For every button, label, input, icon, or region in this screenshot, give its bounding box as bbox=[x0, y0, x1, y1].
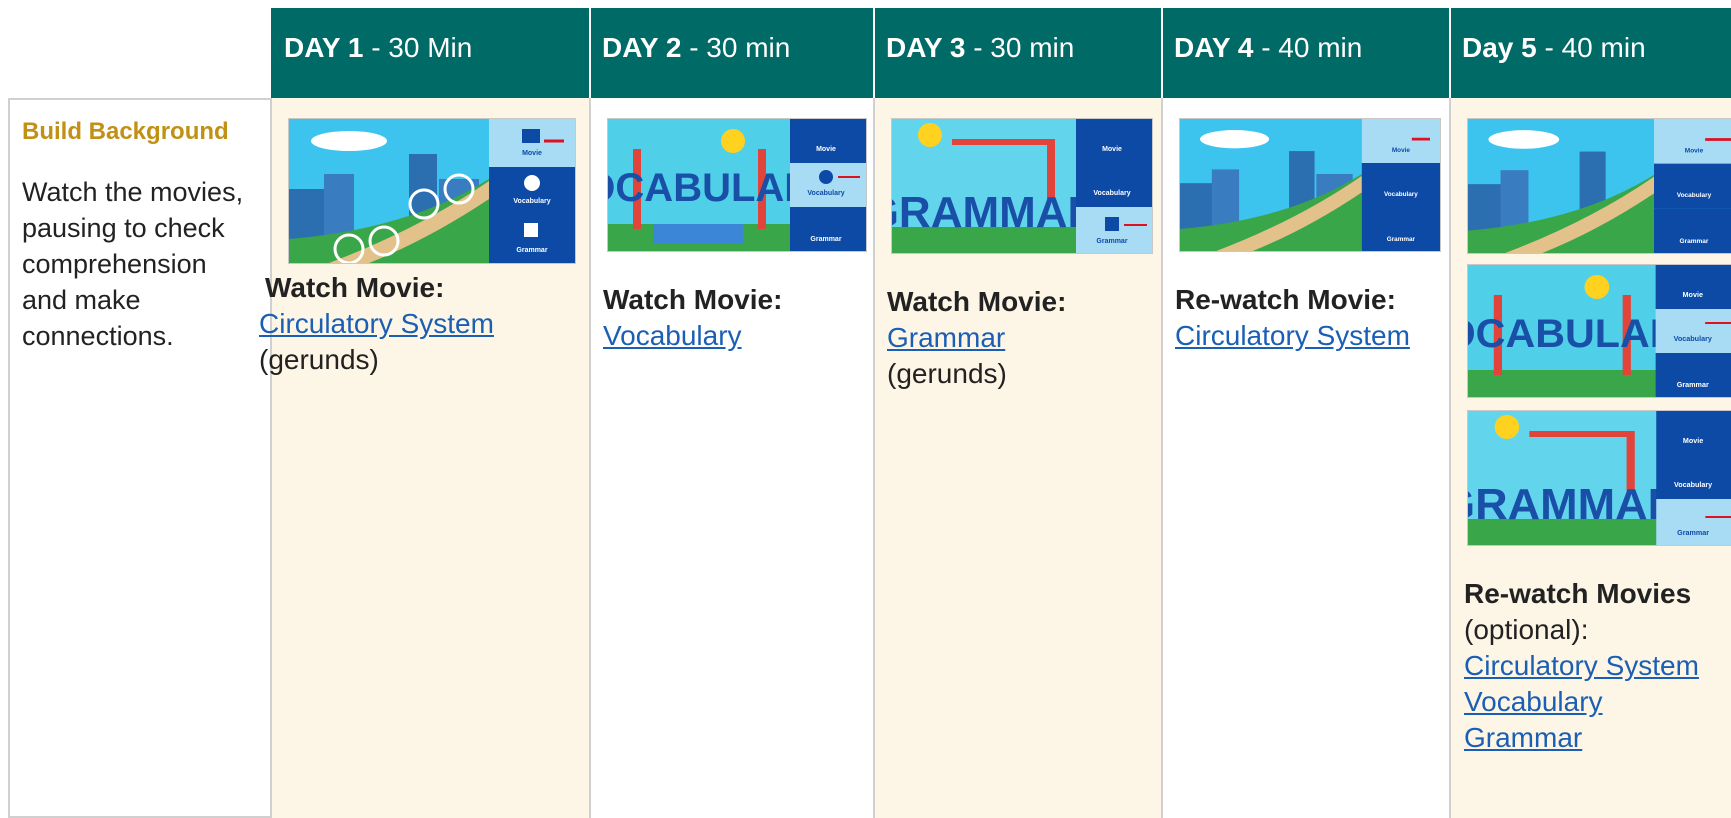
day3-duration: - 30 min bbox=[973, 32, 1075, 63]
vocabulary-movie-thumbnail[interactable]: VOCABULARY Movie Vocabulary Grammar bbox=[607, 118, 867, 252]
day4-duration: - 40 min bbox=[1261, 32, 1363, 63]
day5-title: Day 5 bbox=[1462, 32, 1537, 63]
day2-vocabulary-link[interactable]: Vocabulary bbox=[603, 318, 863, 354]
day2-duration: - 30 min bbox=[689, 32, 791, 63]
movie-tab-label: Movie bbox=[1683, 437, 1703, 445]
day2-description: Watch Movie: Vocabulary bbox=[603, 282, 863, 354]
vocabulary-tab-label: Vocabulary bbox=[1674, 481, 1712, 489]
day5-cell: Movie Vocabulary Grammar VOCABULARY Movi… bbox=[1449, 98, 1731, 818]
day1-note: (gerunds) bbox=[259, 344, 379, 375]
day2-title: DAY 2 bbox=[602, 32, 682, 63]
day4-title: DAY 4 bbox=[1174, 32, 1254, 63]
grammar-tab-label: Grammar bbox=[1677, 381, 1709, 389]
vocabulary-tab-label: Vocabulary bbox=[1093, 190, 1130, 197]
vocabulary-tab-label: Vocabulary bbox=[1674, 335, 1712, 343]
circulatory-movie-thumbnail[interactable]: Movie Vocabulary Grammar bbox=[288, 118, 576, 264]
row-title: Build Background bbox=[22, 118, 229, 145]
day3-title: DAY 3 bbox=[886, 32, 966, 63]
vocabulary-tab-label: Vocabulary bbox=[1384, 191, 1418, 198]
grammar-tab-label: Grammar bbox=[516, 247, 547, 254]
grammar-movie-thumbnail[interactable]: GRAMMAR Movie Vocabulary Grammar bbox=[891, 118, 1153, 254]
grammar-tab-label: Grammar bbox=[810, 236, 841, 243]
day4-heading: Re-watch Movie: bbox=[1175, 284, 1396, 315]
circulatory-movie-thumbnail[interactable]: Movie Vocabulary Grammar bbox=[1179, 118, 1441, 252]
grammar-word: GRAMMAR bbox=[1468, 480, 1680, 528]
day5-note: (optional): bbox=[1464, 614, 1589, 645]
day3-cell: GRAMMAR Movie Vocabulary Grammar Watch M… bbox=[873, 98, 1161, 818]
vocabulary-tab-label: Vocabulary bbox=[513, 198, 550, 205]
day4-cell: Movie Vocabulary Grammar Re-watch Movie:… bbox=[1161, 98, 1449, 818]
day2-heading: Watch Movie: bbox=[603, 284, 783, 315]
day1-duration: - 30 Min bbox=[371, 32, 473, 63]
day5-grammar-link[interactable]: Grammar bbox=[1464, 720, 1730, 756]
grammar-word: GRAMMAR bbox=[892, 188, 1099, 237]
day1-circulatory-link[interactable]: Circulatory System bbox=[259, 306, 559, 342]
movie-tab-label: Movie bbox=[1685, 147, 1704, 154]
day3-header: DAY 3 - 30 min bbox=[873, 8, 1161, 98]
vocabulary-movie-thumbnail[interactable]: VOCABULARY Movie Vocabulary Grammar bbox=[1467, 264, 1731, 398]
day4-description: Re-watch Movie: Circulatory System bbox=[1175, 282, 1445, 354]
day5-header: Day 5 - 40 min bbox=[1449, 8, 1731, 98]
vocabulary-tab-label: Vocabulary bbox=[807, 190, 844, 197]
movie-tab-label: Movie bbox=[1683, 291, 1703, 299]
day5-vocabulary-link[interactable]: Vocabulary bbox=[1464, 684, 1730, 720]
grammar-movie-thumbnail[interactable]: GRAMMAR Movie Vocabulary Grammar bbox=[1467, 410, 1731, 546]
grammar-tab-label: Grammar bbox=[1680, 238, 1709, 245]
day1-description: Watch Movie: Circulatory System (gerunds… bbox=[259, 270, 559, 378]
day2-cell: VOCABULARY Movie Vocabulary Grammar Watc… bbox=[589, 98, 873, 818]
movie-tab-label: Movie bbox=[1102, 146, 1122, 153]
circulatory-movie-thumbnail[interactable]: Movie Vocabulary Grammar bbox=[1467, 118, 1731, 254]
day5-heading: Re-watch Movies bbox=[1464, 578, 1692, 609]
day1-cell: Movie Vocabulary Grammar Watch Movie: Ci… bbox=[259, 98, 589, 818]
day3-grammar-link[interactable]: Grammar bbox=[887, 320, 1157, 356]
day1-header: DAY 1 - 30 Min bbox=[271, 8, 589, 98]
day5-description: Re-watch Movies (optional): Circulatory … bbox=[1464, 576, 1730, 756]
day3-description: Watch Movie: Grammar (gerunds) bbox=[887, 284, 1157, 392]
day5-duration: - 40 min bbox=[1544, 32, 1646, 63]
vocabulary-tab-label: Vocabulary bbox=[1677, 192, 1712, 199]
day4-header: DAY 4 - 40 min bbox=[1161, 8, 1449, 98]
day3-heading: Watch Movie: bbox=[887, 286, 1067, 317]
grammar-tab-label: Grammar bbox=[1387, 236, 1416, 243]
grammar-tab-label: Grammar bbox=[1677, 529, 1709, 537]
day1-heading: Watch Movie: bbox=[265, 272, 445, 303]
day5-circulatory-link[interactable]: Circulatory System bbox=[1464, 648, 1730, 684]
movie-tab-label: Movie bbox=[816, 146, 836, 153]
day4-circulatory-link[interactable]: Circulatory System bbox=[1175, 318, 1445, 354]
movie-tab-label: Movie bbox=[1392, 147, 1410, 154]
movie-tab-label: Movie bbox=[522, 150, 542, 157]
row-description: Watch the movies, pausing to check compr… bbox=[22, 177, 244, 351]
row-label-cell: Build Background Watch the movies, pausi… bbox=[8, 98, 270, 818]
day1-title: DAY 1 bbox=[284, 32, 364, 63]
day3-note: (gerunds) bbox=[887, 358, 1007, 389]
grammar-tab-label: Grammar bbox=[1096, 238, 1127, 245]
day2-header: DAY 2 - 30 min bbox=[589, 8, 873, 98]
